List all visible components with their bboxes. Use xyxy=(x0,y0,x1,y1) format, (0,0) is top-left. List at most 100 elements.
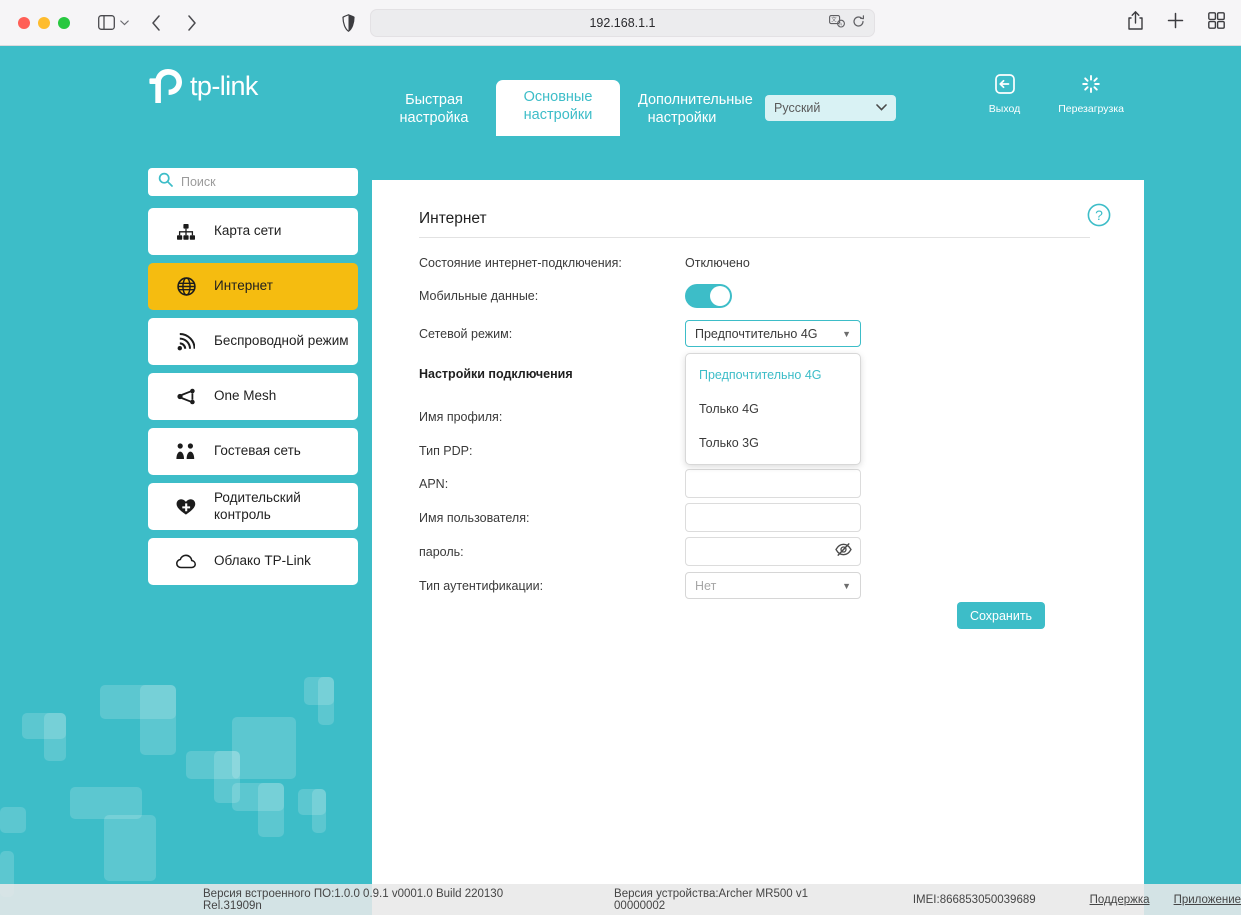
eye-slash-icon[interactable] xyxy=(835,542,852,561)
hardware-version: Версия устройства:Archer MR500 v1 000000… xyxy=(614,887,809,912)
network-mode-option-only-4g[interactable]: Только 4G xyxy=(686,392,860,426)
sidebar-item-wireless[interactable]: Беспроводной режим xyxy=(148,318,358,365)
page-header: tp-link Быстрая настройка Основные настр… xyxy=(0,46,1241,137)
caret-down-icon: ▼ xyxy=(842,328,851,339)
page-title: Интернет xyxy=(419,210,487,227)
support-link[interactable]: Поддержка xyxy=(1090,894,1150,906)
tab-quick-setup[interactable]: Быстрая настройка xyxy=(372,83,496,136)
sidebar-item-guest-network[interactable]: Гостевая сеть xyxy=(148,428,358,475)
tab-advanced-settings-line1: Дополнительные xyxy=(638,92,753,108)
sidebar-item-label: Родительский контроль xyxy=(214,490,301,522)
tab-basic-settings[interactable]: Основные настройки xyxy=(496,80,620,137)
tp-link-wordmark: tp-link xyxy=(190,70,258,101)
imei-value: IMEI:866853050039689 xyxy=(912,893,1036,906)
firmware-version: Версия встроенного ПО:1.0.0 0.9.1 v0001.… xyxy=(203,887,504,912)
mobile-data-toggle[interactable] xyxy=(685,284,732,308)
password-input[interactable] xyxy=(686,538,860,565)
guest-network-icon xyxy=(176,443,196,460)
mobile-data-row: Мобильные данные: xyxy=(419,284,732,308)
tab-basic-settings-line2: настройки xyxy=(523,107,593,124)
help-icon[interactable]: ? xyxy=(1087,203,1111,232)
connection-status-value: Отключено xyxy=(685,256,750,270)
tp-link-mark-icon xyxy=(148,66,188,106)
network-map-icon xyxy=(176,223,196,240)
sidebar-item-parental-control[interactable]: Родительский контроль xyxy=(148,483,358,530)
sidebar-icon xyxy=(98,15,115,30)
network-mode-label: Сетевой режим: xyxy=(419,326,513,341)
apn-label: APN: xyxy=(419,476,449,491)
content-panel: Интернет ? Состояние интернет-подключени… xyxy=(372,180,1144,915)
tab-quick-setup-line1: Быстрая xyxy=(405,92,463,108)
pdp-type-label: Тип PDP: xyxy=(419,443,473,458)
connection-settings-label: Настройки подключения xyxy=(419,367,573,381)
translate-icon[interactable]: 文A xyxy=(829,15,845,31)
sidebar-search[interactable] xyxy=(148,168,358,196)
sidebar-item-label: One Mesh xyxy=(214,388,277,404)
search-icon xyxy=(158,172,173,192)
network-mode-row: Сетевой режим: Предпочтительно 4G ▼ xyxy=(419,320,861,347)
network-mode-option-only-3g[interactable]: Только 3G xyxy=(686,426,860,460)
browser-right-actions xyxy=(1128,11,1225,35)
window-traffic-lights xyxy=(18,16,70,29)
share-icon[interactable] xyxy=(1128,11,1143,35)
network-mode-select[interactable]: Предпочтительно 4G ▼ xyxy=(685,320,861,347)
header-actions: Выход Перезагрузка xyxy=(989,74,1124,115)
sidebar-item-label: Беспроводной режим xyxy=(214,333,349,349)
url-text: 192.168.1.1 xyxy=(589,16,656,30)
title-divider xyxy=(419,237,1090,238)
sidebar-item-tp-link-cloud[interactable]: Облако TP-Link xyxy=(148,538,358,585)
close-window-button[interactable] xyxy=(18,16,30,29)
svg-text:A: A xyxy=(839,22,842,27)
sidebar-item-network-map[interactable]: Карта сети xyxy=(148,208,358,255)
language-selector[interactable]: Русский xyxy=(765,95,896,121)
logout-button[interactable]: Выход xyxy=(989,74,1020,115)
sidebar: Карта сети Интернет Беспроводной режим O… xyxy=(148,168,358,593)
connection-settings-section: Настройки подключения xyxy=(419,367,685,381)
reboot-button[interactable]: Перезагрузка xyxy=(1058,74,1124,115)
username-row: Имя пользователя: xyxy=(419,503,861,532)
back-arrow-icon[interactable] xyxy=(151,14,161,31)
mobile-data-label: Мобильные данные: xyxy=(419,289,539,303)
tab-overview-icon[interactable] xyxy=(1208,12,1225,34)
forward-arrow-icon[interactable] xyxy=(187,14,197,31)
app-link[interactable]: Приложение xyxy=(1174,894,1241,906)
reboot-label: Перезагрузка xyxy=(1058,103,1124,115)
sidebar-toggle-button[interactable] xyxy=(98,15,129,30)
minimize-window-button[interactable] xyxy=(38,16,50,29)
logout-label: Выход xyxy=(988,103,1021,115)
browser-toolbar: 192.168.1.1 文A xyxy=(0,0,1241,46)
tab-advanced-settings-line2: настройки xyxy=(647,110,717,127)
parental-control-icon xyxy=(176,498,196,516)
chevron-down-icon[interactable] xyxy=(120,19,129,26)
logout-icon xyxy=(994,74,1015,99)
auth-type-row: Тип аутентификации: Нет ▼ xyxy=(419,572,861,599)
save-button[interactable]: Сохранить xyxy=(957,602,1045,629)
background-decoration xyxy=(0,655,372,915)
tab-advanced-settings[interactable]: Дополнительные настройки xyxy=(620,83,753,136)
language-selector-value: Русский xyxy=(774,101,821,115)
profile-name-label: Имя профиля: xyxy=(419,409,503,424)
maximize-window-button[interactable] xyxy=(58,16,70,29)
toggle-knob xyxy=(710,286,730,306)
apn-input[interactable] xyxy=(686,470,860,497)
top-tabs: Быстрая настройка Основные настройки Доп… xyxy=(372,80,753,137)
chevron-down-icon xyxy=(876,102,887,114)
apn-field[interactable] xyxy=(685,469,861,498)
reload-icon[interactable] xyxy=(852,15,865,31)
sidebar-item-one-mesh[interactable]: One Mesh xyxy=(148,373,358,420)
password-label: пароль: xyxy=(419,544,464,559)
search-input[interactable] xyxy=(181,175,348,189)
address-bar[interactable]: 192.168.1.1 文A xyxy=(370,9,875,37)
apn-row: APN: xyxy=(419,469,861,498)
password-field[interactable] xyxy=(685,537,861,566)
auth-type-select[interactable]: Нет ▼ xyxy=(685,572,861,599)
svg-text:文: 文 xyxy=(831,16,837,24)
username-field[interactable] xyxy=(685,503,861,532)
network-mode-dropdown[interactable]: Предпочтительно 4G Только 4G Только 3G xyxy=(685,353,861,465)
plus-icon[interactable] xyxy=(1167,12,1184,34)
sidebar-item-internet[interactable]: Интернет xyxy=(148,263,358,310)
tp-link-logo: tp-link xyxy=(148,66,258,106)
network-mode-option-prefer-4g[interactable]: Предпочтительно 4G xyxy=(686,358,860,392)
username-input[interactable] xyxy=(686,504,860,531)
privacy-shield-icon[interactable] xyxy=(342,14,355,32)
